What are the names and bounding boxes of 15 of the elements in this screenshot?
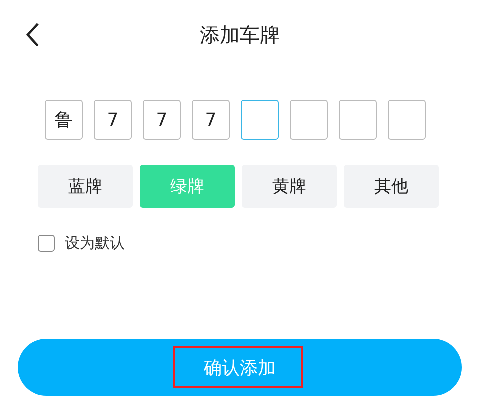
checkbox-label: 设为默认 — [65, 234, 125, 253]
checkbox[interactable] — [38, 235, 55, 252]
plate-character-field[interactable] — [241, 100, 279, 140]
page-title: 添加车牌 — [200, 22, 280, 48]
plate-character-field[interactable]: 鲁 — [45, 100, 83, 140]
plate-character-field[interactable]: 7 — [94, 100, 132, 140]
back-icon[interactable] — [26, 22, 40, 48]
plate-character-field[interactable]: 7 — [192, 100, 230, 140]
plate-character-field[interactable] — [290, 100, 328, 140]
plate-type-option[interactable]: 蓝牌 — [38, 165, 133, 208]
plate-character-field[interactable]: 7 — [143, 100, 181, 140]
plate-character-field[interactable] — [388, 100, 426, 140]
plate-character-field[interactable] — [339, 100, 377, 140]
plate-type-option[interactable]: 黄牌 — [242, 165, 337, 208]
plate-type-option[interactable]: 其他 — [344, 165, 439, 208]
